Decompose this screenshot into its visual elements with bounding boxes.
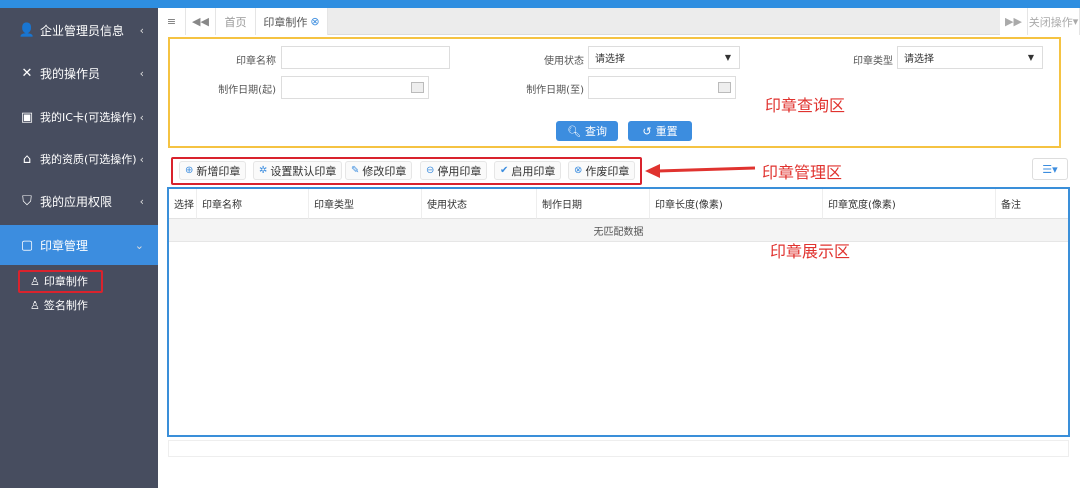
chevron-down-icon: ⌄ [134, 238, 144, 252]
status-select[interactable]: 请选择 ▼ [588, 46, 740, 69]
table-footer [168, 440, 1069, 457]
add-seal-button[interactable]: ⊕ 新增印章 [179, 161, 247, 180]
reset-button[interactable]: ↺ 重置 [628, 121, 692, 141]
menu-toggle-icon[interactable]: ≡ [158, 8, 186, 35]
sidebar-item-seal-management[interactable]: ▢ 印章管理 ⌄ [0, 225, 158, 265]
date-from-label: 制作日期(起) [218, 85, 276, 96]
gear-icon: ✲ [259, 165, 268, 176]
column-header-date[interactable]: 制作日期 [537, 189, 650, 219]
search-button[interactable]: 🔍︎ 查询 [556, 121, 618, 141]
caret-down-icon: ▼ [724, 53, 731, 62]
search-icon: 🔍︎ [567, 124, 581, 138]
close-icon[interactable]: ⊗ [310, 15, 319, 28]
column-header-type[interactable]: 印章类型 [309, 189, 422, 219]
list-icon: ☰▾ [1042, 162, 1058, 176]
enable-seal-button[interactable]: ✔ 启用印章 [494, 161, 562, 180]
annotation-arrow [645, 164, 756, 178]
shield-icon: ⛉ [22, 193, 32, 209]
tab-seal-making[interactable]: 印章制作 ⊗ [256, 8, 328, 35]
highlight-box [18, 270, 103, 293]
chevron-left-icon: ‹ [139, 23, 144, 37]
undo-icon: ↺ [642, 124, 652, 138]
status-label: 使用状态 [544, 56, 584, 67]
minus-circle-icon: ⊖ [426, 165, 435, 176]
annotation-query-area: 印章查询区 [765, 96, 846, 115]
disable-seal-button[interactable]: ⊖ 停用印章 [420, 161, 488, 180]
close-operations-dropdown[interactable]: 关闭操作 ▾ [1028, 8, 1080, 35]
type-select[interactable]: 请选择 ▼ [897, 46, 1043, 69]
scroll-left-icon[interactable]: ◀◀ [186, 8, 216, 35]
sidebar: 👤 企业管理员信息 ‹ ✕ 我的操作员 ‹ ▣ 我的IC卡(可选操作) ‹ ⌂ 我的资质(可选… [0, 8, 158, 488]
window-title-bar [0, 0, 1080, 8]
sidebar-item-app-permissions[interactable]: ⛉ 我的应用权限 ‹ [0, 181, 158, 221]
book-icon: ▢ [20, 237, 34, 253]
empty-row: 无匹配数据 [169, 219, 1068, 242]
annotation-manage-area: 印章管理区 [762, 163, 843, 182]
home-icon: ⌂ [22, 151, 32, 167]
calendar-icon[interactable] [718, 82, 731, 93]
annotation-display-area: 印章展示区 [770, 242, 851, 261]
column-header-select[interactable]: 选择 [169, 189, 197, 219]
plus-circle-icon: ⊕ [185, 165, 194, 176]
id-card-icon: ▣ [20, 109, 34, 125]
edit-seal-button[interactable]: ✎ 修改印章 [345, 161, 413, 180]
sidebar-item-ic-card[interactable]: ▣ 我的IC卡(可选操作) ‹ [0, 97, 158, 137]
tab-bar: ≡ ◀◀ 首页 印章制作 ⊗ ▶▶ 关闭操作 ▾ [158, 8, 1080, 35]
set-default-seal-button[interactable]: ✲ 设置默认印章 [253, 161, 343, 180]
chevron-left-icon: ‹ [139, 110, 144, 124]
chevron-left-icon: ‹ [139, 194, 144, 208]
date-to-input[interactable] [588, 76, 736, 99]
scroll-right-icon[interactable]: ▶▶ [1000, 8, 1028, 35]
calendar-icon[interactable] [411, 82, 424, 93]
date-from-input[interactable] [281, 76, 429, 99]
sidebar-item-admin-info[interactable]: 👤 企业管理员信息 ‹ [0, 10, 158, 50]
user-icon: 👤 [18, 22, 36, 38]
seal-table: 选择 印章名称 印章类型 使用状态 制作日期 印章长度(像素) 印章宽度(像素)… [167, 187, 1070, 437]
column-header-name[interactable]: 印章名称 [197, 189, 309, 219]
check-circle-icon: ✔ [500, 165, 509, 176]
sidebar-item-operators[interactable]: ✕ 我的操作员 ‹ [0, 53, 158, 93]
column-header-length[interactable]: 印章长度(像素) [650, 189, 823, 219]
seal-name-label: 印章名称 [236, 56, 276, 67]
column-header-status[interactable]: 使用状态 [422, 189, 537, 219]
chevron-left-icon: ‹ [139, 66, 144, 80]
sidebar-subitem-signature-making[interactable]: ♙ 签名制作 [30, 297, 88, 313]
x-circle-icon: ⊗ [574, 165, 583, 176]
type-label: 印章类型 [853, 56, 893, 67]
stamp-icon: ♙ [30, 298, 40, 312]
pencil-icon: ✎ [351, 165, 360, 176]
column-header-width[interactable]: 印章宽度(像素) [823, 189, 996, 219]
sidebar-item-qualification[interactable]: ⌂ 我的资质(可选操作) ‹ [0, 139, 158, 179]
chevron-left-icon: ‹ [139, 152, 144, 166]
seal-name-input[interactable] [281, 46, 450, 69]
date-to-label: 制作日期(至) [526, 85, 584, 96]
caret-down-icon: ▼ [1027, 53, 1034, 62]
wrench-icon: ✕ [21, 65, 33, 81]
column-header-remark[interactable]: 备注 [996, 189, 1068, 219]
columns-toggle-button[interactable]: ☰▾ [1032, 158, 1068, 180]
void-seal-button[interactable]: ⊗ 作废印章 [568, 161, 636, 180]
tab-home[interactable]: 首页 [216, 8, 256, 35]
